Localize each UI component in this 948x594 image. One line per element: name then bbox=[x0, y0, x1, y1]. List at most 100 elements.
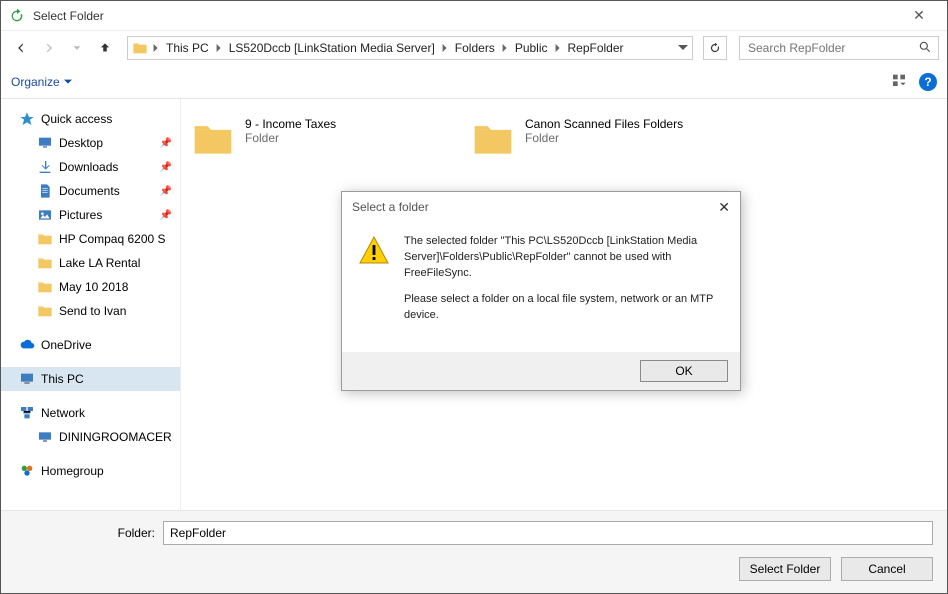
tree-network-computer[interactable]: DININGROOMACER bbox=[1, 425, 180, 449]
tree-label: Desktop bbox=[59, 136, 103, 150]
ok-button[interactable]: OK bbox=[640, 360, 728, 382]
window-close-button[interactable]: ✕ bbox=[899, 7, 939, 24]
organize-menu[interactable]: Organize bbox=[11, 75, 72, 89]
chevron-right-icon[interactable] bbox=[552, 44, 564, 52]
quick-access-icon bbox=[19, 111, 35, 127]
breadcrumb-item[interactable]: Folders bbox=[453, 41, 497, 55]
tree-label: May 10 2018 bbox=[59, 280, 128, 294]
dialog-text-2: Please select a folder on a local file s… bbox=[404, 292, 724, 324]
window-title: Select Folder bbox=[33, 9, 899, 23]
breadcrumb-item[interactable]: Public bbox=[513, 41, 550, 55]
tree-quick-access[interactable]: Quick access bbox=[1, 107, 180, 131]
tree-item-folder[interactable]: Lake LA Rental bbox=[1, 251, 180, 275]
dialog-close-button[interactable]: ✕ bbox=[718, 199, 730, 216]
tree-label: HP Compaq 6200 S bbox=[59, 232, 166, 246]
tree-item-folder[interactable]: Send to Ivan bbox=[1, 299, 180, 323]
folder-item[interactable]: Canon Scanned Files Folders Folder bbox=[471, 117, 711, 161]
tree-item-pictures[interactable]: Pictures 📌 bbox=[1, 203, 180, 227]
breadcrumb-item[interactable]: RepFolder bbox=[566, 41, 626, 55]
tree-label: Pictures bbox=[59, 208, 102, 222]
item-type: Folder bbox=[245, 131, 336, 145]
dialog-footer: Folder: Select Folder Cancel bbox=[1, 510, 947, 593]
folder-icon bbox=[37, 279, 53, 295]
breadcrumb-item[interactable]: LS520Dccb [LinkStation Media Server] bbox=[227, 41, 437, 55]
pictures-icon bbox=[37, 207, 53, 223]
dialog-title: Select a folder bbox=[352, 200, 429, 214]
folder-icon bbox=[471, 117, 515, 161]
nav-toolbar: This PC LS520Dccb [LinkStation Media Ser… bbox=[1, 31, 947, 65]
dialog-titlebar: Select a folder ✕ bbox=[342, 192, 740, 222]
folder-name-input[interactable] bbox=[163, 521, 933, 545]
folder-icon bbox=[191, 117, 235, 161]
dialog-text-1: The selected folder "This PC\LS520Dccb [… bbox=[404, 234, 724, 282]
address-bar[interactable]: This PC LS520Dccb [LinkStation Media Ser… bbox=[127, 36, 693, 60]
computer-icon bbox=[37, 429, 53, 445]
tree-label: Send to Ivan bbox=[59, 304, 126, 318]
breadcrumb-item[interactable]: This PC bbox=[164, 41, 211, 55]
navigation-pane: Quick access Desktop 📌 Downloads 📌 Documen… bbox=[1, 99, 181, 510]
homegroup-icon bbox=[19, 463, 35, 479]
refresh-button[interactable] bbox=[703, 36, 727, 60]
tree-item-documents[interactable]: Documents 📌 bbox=[1, 179, 180, 203]
app-icon bbox=[9, 8, 25, 24]
search-input[interactable] bbox=[746, 40, 918, 56]
item-type: Folder bbox=[525, 131, 683, 145]
pin-icon: 📌 bbox=[160, 186, 172, 197]
search-icon bbox=[918, 40, 932, 57]
tree-item-downloads[interactable]: Downloads 📌 bbox=[1, 155, 180, 179]
tree-network[interactable]: Network bbox=[1, 401, 180, 425]
select-folder-button[interactable]: Select Folder bbox=[739, 557, 831, 581]
desktop-icon bbox=[37, 135, 53, 151]
organize-label: Organize bbox=[11, 75, 60, 89]
tree-item-desktop[interactable]: Desktop 📌 bbox=[1, 131, 180, 155]
warning-icon bbox=[358, 234, 390, 266]
downloads-icon bbox=[37, 159, 53, 175]
pin-icon: 📌 bbox=[160, 162, 172, 173]
nav-up-button[interactable] bbox=[93, 36, 117, 60]
select-folder-window: Select Folder ✕ This PC LS520Dccb [LinkS… bbox=[0, 0, 948, 594]
pin-icon: 📌 bbox=[160, 138, 172, 149]
tree-label: Quick access bbox=[41, 112, 112, 126]
tree-label: Lake LA Rental bbox=[59, 256, 140, 270]
tree-label: Homegroup bbox=[41, 464, 104, 478]
folder-label: Folder: bbox=[15, 526, 155, 540]
item-name: 9 - Income Taxes bbox=[245, 117, 336, 131]
tree-homegroup[interactable]: Homegroup bbox=[1, 459, 180, 483]
command-bar: Organize ? bbox=[1, 65, 947, 99]
chevron-right-icon[interactable] bbox=[213, 44, 225, 52]
view-options-button[interactable] bbox=[891, 72, 907, 91]
tree-item-folder[interactable]: HP Compaq 6200 S bbox=[1, 227, 180, 251]
error-dialog: Select a folder ✕ The selected folder "T… bbox=[341, 191, 741, 391]
tree-label: OneDrive bbox=[41, 338, 92, 352]
chevron-right-icon[interactable] bbox=[150, 44, 162, 52]
folder-item[interactable]: 9 - Income Taxes Folder bbox=[191, 117, 431, 161]
onedrive-icon bbox=[19, 337, 35, 353]
chevron-right-icon[interactable] bbox=[499, 44, 511, 52]
chevron-right-icon[interactable] bbox=[439, 44, 451, 52]
folder-icon bbox=[132, 40, 148, 56]
tree-label: Network bbox=[41, 406, 85, 420]
folder-icon bbox=[37, 303, 53, 319]
tree-onedrive[interactable]: OneDrive bbox=[1, 333, 180, 357]
cancel-button[interactable]: Cancel bbox=[841, 557, 933, 581]
tree-label: DININGROOMACER bbox=[59, 430, 172, 444]
tree-label: Downloads bbox=[59, 160, 118, 174]
folder-icon bbox=[37, 255, 53, 271]
tree-this-pc[interactable]: This PC bbox=[1, 367, 180, 391]
tree-item-folder[interactable]: May 10 2018 bbox=[1, 275, 180, 299]
nav-back-button[interactable] bbox=[9, 36, 33, 60]
this-pc-icon bbox=[19, 371, 35, 387]
address-dropdown[interactable] bbox=[678, 43, 688, 53]
folder-icon bbox=[37, 231, 53, 247]
search-box[interactable] bbox=[739, 36, 939, 60]
tree-label: Documents bbox=[59, 184, 120, 198]
item-name: Canon Scanned Files Folders bbox=[525, 117, 683, 131]
dialog-message: The selected folder "This PC\LS520Dccb [… bbox=[404, 234, 724, 334]
nav-recent-dropdown[interactable] bbox=[65, 36, 89, 60]
help-button[interactable]: ? bbox=[919, 73, 937, 91]
documents-icon bbox=[37, 183, 53, 199]
network-icon bbox=[19, 405, 35, 421]
tree-label: This PC bbox=[41, 372, 84, 386]
pin-icon: 📌 bbox=[160, 210, 172, 221]
nav-forward-button[interactable] bbox=[37, 36, 61, 60]
